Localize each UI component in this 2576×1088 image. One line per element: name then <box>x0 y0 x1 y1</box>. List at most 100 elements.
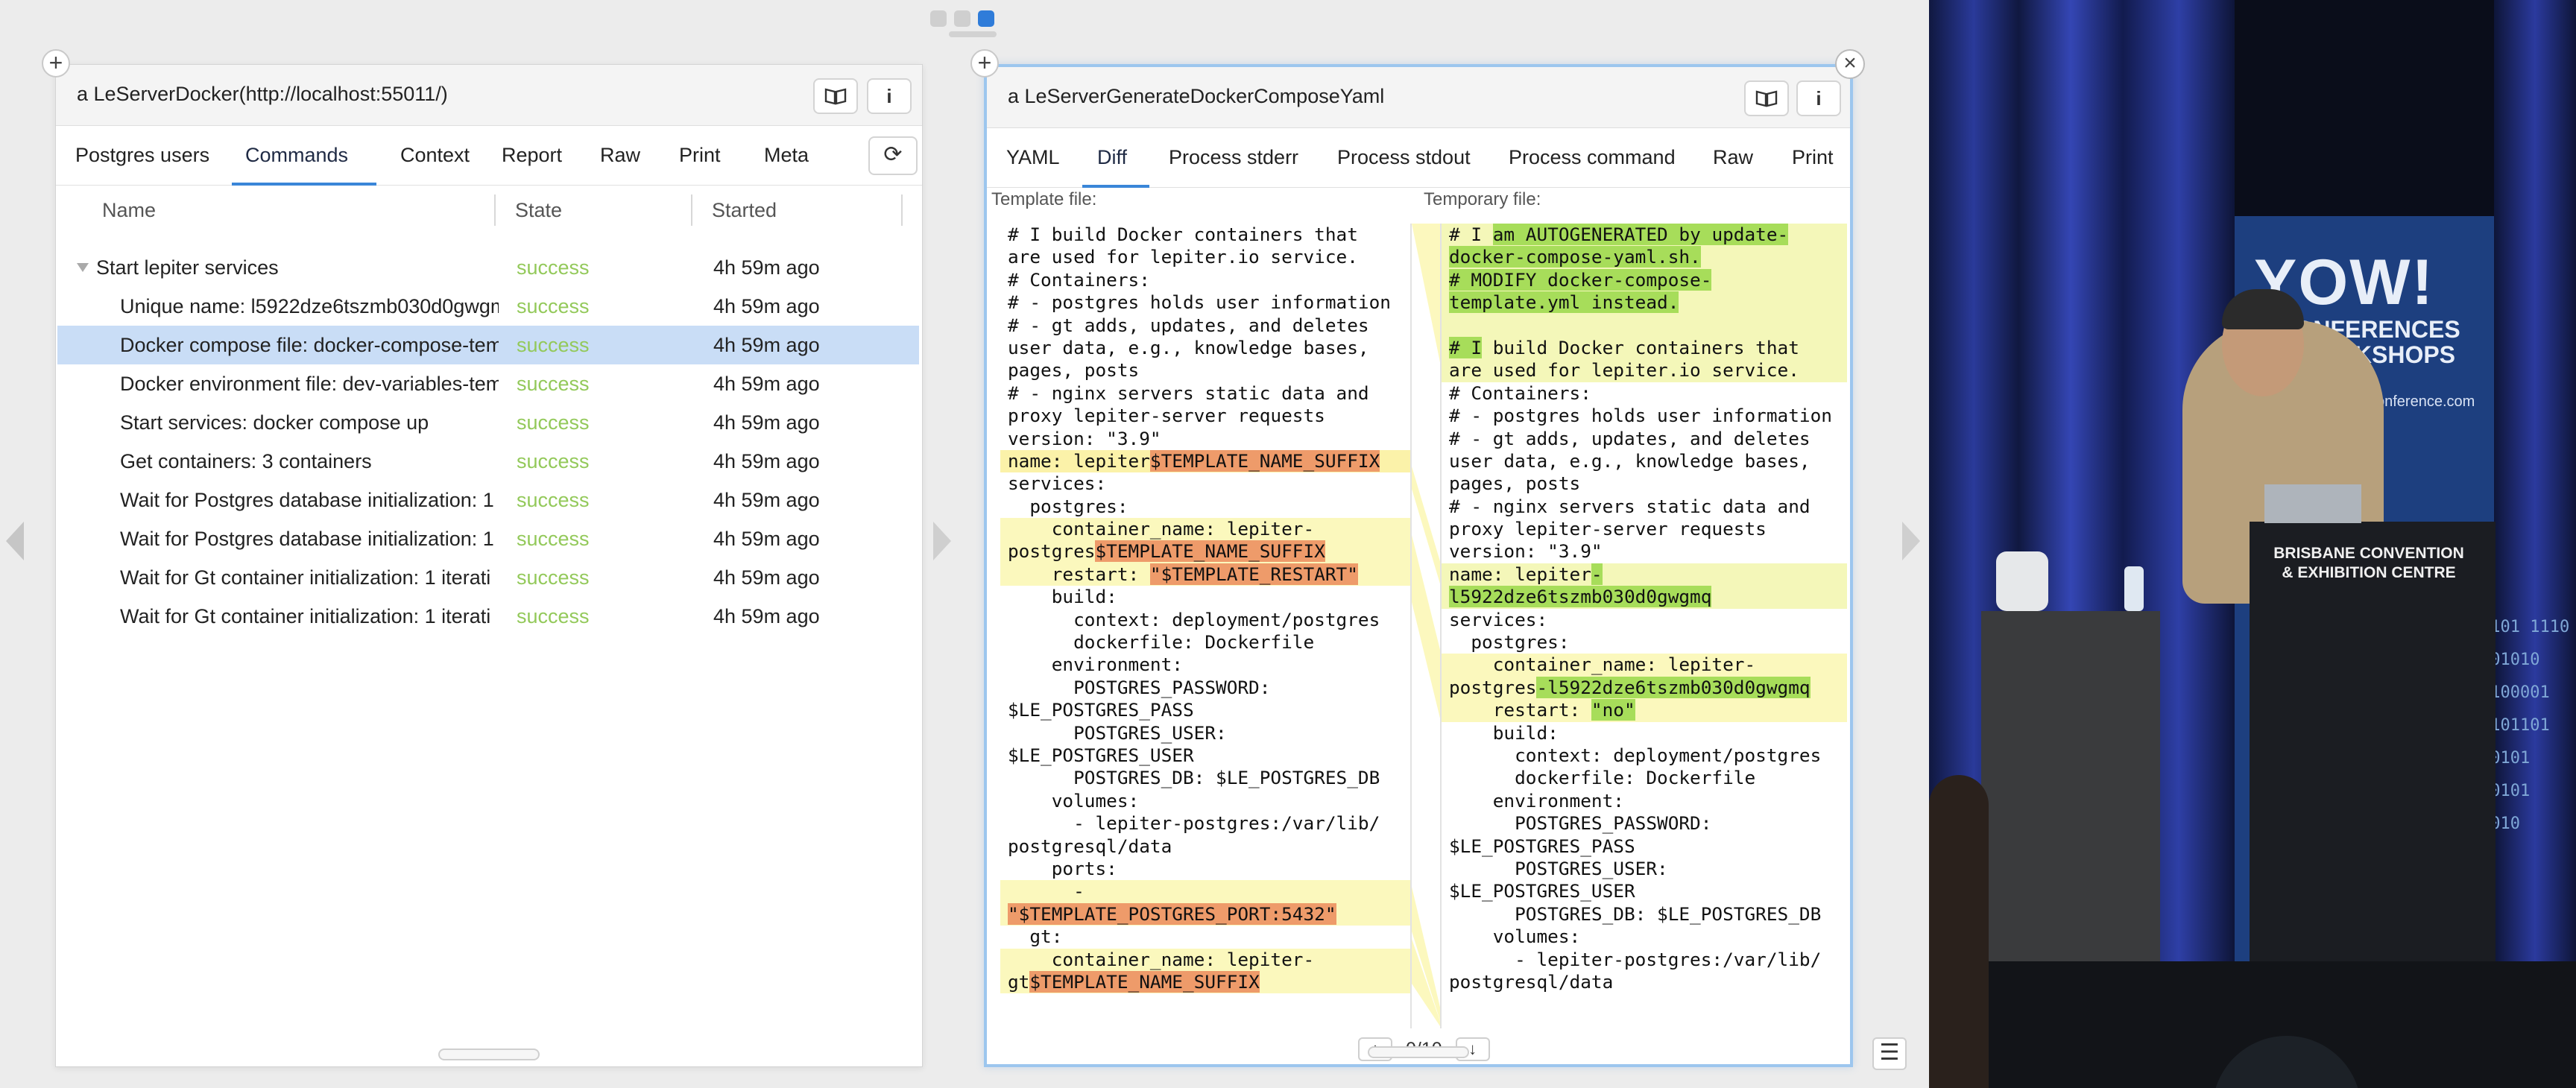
code-line[interactable]: POSTGRES_PASSWORD: <box>1442 812 1847 835</box>
code-line[interactable]: proxy lepiter-server requests <box>1442 518 1847 540</box>
code-line[interactable]: volumes: <box>1000 790 1410 812</box>
column-separator[interactable] <box>494 194 496 226</box>
tab-meta[interactable]: Meta <box>764 144 809 167</box>
code-line[interactable]: volumes: <box>1442 926 1847 948</box>
book-icon[interactable] <box>1744 80 1789 116</box>
code-line[interactable]: pages, posts <box>1442 472 1847 495</box>
code-line[interactable]: postgres: <box>1442 631 1847 654</box>
code-line[interactable]: $LE_POSTGRES_PASS <box>1000 699 1410 721</box>
code-line[interactable]: gt$TEMPLATE_NAME_SUFFIX <box>1000 970 1410 994</box>
code-line[interactable]: build: <box>1000 586 1410 608</box>
code-line[interactable]: postgresql/data <box>1000 835 1410 858</box>
code-line[interactable]: build: <box>1442 722 1847 744</box>
column-header-state[interactable]: State <box>515 186 562 235</box>
code-line[interactable]: # I am AUTOGENERATED by update- <box>1442 224 1847 247</box>
code-line[interactable]: # Containers: <box>1442 382 1847 405</box>
tab-process-command[interactable]: Process command <box>1509 146 1676 169</box>
table-row[interactable]: Docker environment file: dev-variables-t… <box>57 364 919 403</box>
code-line[interactable]: # - nginx servers static data and <box>1442 496 1847 518</box>
code-line[interactable]: gt: <box>1000 926 1410 948</box>
code-line[interactable]: # Containers: <box>1000 269 1410 291</box>
code-line[interactable]: dockerfile: Dockerfile <box>1442 767 1847 789</box>
expand-triangle-icon[interactable] <box>77 263 89 272</box>
table-row[interactable]: Wait for Gt container initialization: 1 … <box>57 558 919 597</box>
code-line[interactable]: services: <box>1442 609 1847 631</box>
code-line[interactable]: # - postgres holds user information <box>1000 291 1410 314</box>
page-scroll-bar[interactable] <box>949 31 997 37</box>
temporary-file-editor[interactable]: # I am AUTOGENERATED by update-docker-co… <box>1440 224 1847 1028</box>
code-line[interactable]: POSTGRES_DB: $LE_POSTGRES_DB <box>1442 903 1847 926</box>
code-line[interactable]: # - postgres holds user information <box>1442 405 1847 427</box>
table-row[interactable]: Start lepiter services success 4h 59m ag… <box>57 248 919 287</box>
code-line[interactable]: pages, posts <box>1000 359 1410 382</box>
code-line[interactable]: name: lepiter$TEMPLATE_NAME_SUFFIX <box>1000 449 1410 473</box>
code-line[interactable]: - lepiter-postgres:/var/lib/ <box>1442 949 1847 971</box>
code-line[interactable]: - lepiter-postgres:/var/lib/ <box>1000 812 1410 835</box>
code-line[interactable] <box>1442 314 1847 337</box>
menu-button[interactable]: ☰ <box>1872 1037 1907 1070</box>
add-pane-left-button[interactable]: + <box>42 49 70 78</box>
code-line[interactable]: # - nginx servers static data and <box>1000 382 1410 405</box>
table-row[interactable]: Start services: docker compose up succes… <box>57 403 919 442</box>
resize-grip[interactable] <box>1368 1046 1469 1058</box>
code-line[interactable]: ports: <box>1000 858 1410 880</box>
code-line[interactable]: version: "3.9" <box>1000 428 1410 450</box>
code-line[interactable]: are used for lepiter.io service. <box>1000 246 1410 268</box>
temporary-code[interactable]: # I am AUTOGENERATED by update-docker-co… <box>1442 224 1847 993</box>
table-row[interactable]: Wait for Postgres database initializatio… <box>57 481 919 519</box>
page-dot-active[interactable] <box>978 10 994 27</box>
add-pane-right-button[interactable]: + <box>970 49 999 78</box>
code-line[interactable]: $LE_POSTGRES_USER <box>1442 880 1847 902</box>
code-line[interactable]: environment: <box>1000 654 1410 676</box>
tab-context[interactable]: Context <box>400 144 470 167</box>
info-icon[interactable]: i <box>1796 80 1841 116</box>
pager-right-arrow-icon[interactable] <box>1902 522 1920 560</box>
template-file-editor[interactable]: # I build Docker containers that are used… <box>1000 224 1412 1028</box>
code-line[interactable]: container_name: lepiter- <box>1000 518 1410 541</box>
code-line[interactable]: dockerfile: Dockerfile <box>1000 631 1410 654</box>
book-icon[interactable] <box>813 78 858 114</box>
pager-left-arrow-icon[interactable] <box>6 522 24 560</box>
resize-grip[interactable] <box>438 1049 540 1060</box>
template-code[interactable]: # I build Docker containers that are used… <box>1000 224 1410 994</box>
tab-process-stdout[interactable]: Process stdout <box>1337 146 1471 169</box>
table-row-selected[interactable]: Docker compose file: docker-compose-tem … <box>57 326 919 364</box>
code-line[interactable]: l5922dze6tszmb030d0gwgmq <box>1442 586 1847 609</box>
code-line[interactable]: restart: "$TEMPLATE_RESTART" <box>1000 563 1410 586</box>
code-line[interactable]: context: deployment/postgres <box>1000 609 1410 631</box>
tab-diff[interactable]: Diff <box>1097 146 1127 169</box>
tab-commands[interactable]: Commands <box>245 144 348 167</box>
table-row[interactable]: Wait for Gt container initialization: 1 … <box>57 597 919 636</box>
code-line[interactable]: $LE_POSTGRES_USER <box>1000 744 1410 767</box>
code-line[interactable]: postgres$TEMPLATE_NAME_SUFFIX <box>1000 540 1410 563</box>
code-line[interactable]: - <box>1000 880 1410 903</box>
code-line[interactable]: services: <box>1000 472 1410 495</box>
code-line[interactable]: container_name: lepiter- <box>1442 654 1847 677</box>
page-dot[interactable] <box>930 10 947 27</box>
tab-postgres-users[interactable]: Postgres users <box>75 144 209 167</box>
column-header-started[interactable]: Started <box>712 186 777 235</box>
close-pane-button[interactable]: × <box>1835 49 1865 79</box>
code-line[interactable]: "$TEMPLATE_POSTGRES_PORT:5432" <box>1000 902 1410 926</box>
column-separator[interactable] <box>691 194 692 226</box>
table-row[interactable]: Wait for Postgres database initializatio… <box>57 519 919 558</box>
code-line[interactable]: # - gt adds, updates, and deletes <box>1000 314 1410 337</box>
code-line[interactable]: restart: "no" <box>1442 699 1847 722</box>
tab-print[interactable]: Print <box>679 144 721 167</box>
info-icon[interactable]: i <box>867 78 912 114</box>
code-line[interactable]: name: lepiter- <box>1442 563 1847 586</box>
code-line[interactable]: # I build Docker containers that <box>1000 224 1410 246</box>
code-line[interactable]: postgres-l5922dze6tszmb030d0gwgmq <box>1442 676 1847 700</box>
code-line[interactable]: postgres: <box>1000 496 1410 518</box>
code-line[interactable]: version: "3.9" <box>1442 540 1847 563</box>
tab-process-stderr[interactable]: Process stderr <box>1169 146 1298 169</box>
refresh-button[interactable]: ⟳ <box>868 136 918 175</box>
table-row[interactable]: Unique name: l5922dze6tszmb030d0gwgm suc… <box>57 287 919 326</box>
column-header-name[interactable]: Name <box>102 186 156 235</box>
page-dot[interactable] <box>954 10 970 27</box>
tab-print[interactable]: Print <box>1792 146 1834 169</box>
code-line[interactable]: POSTGRES_USER: <box>1000 722 1410 744</box>
code-line[interactable]: POSTGRES_PASSWORD: <box>1000 677 1410 699</box>
code-line[interactable]: # - gt adds, updates, and deletes <box>1442 428 1847 450</box>
code-line[interactable]: environment: <box>1442 790 1847 812</box>
